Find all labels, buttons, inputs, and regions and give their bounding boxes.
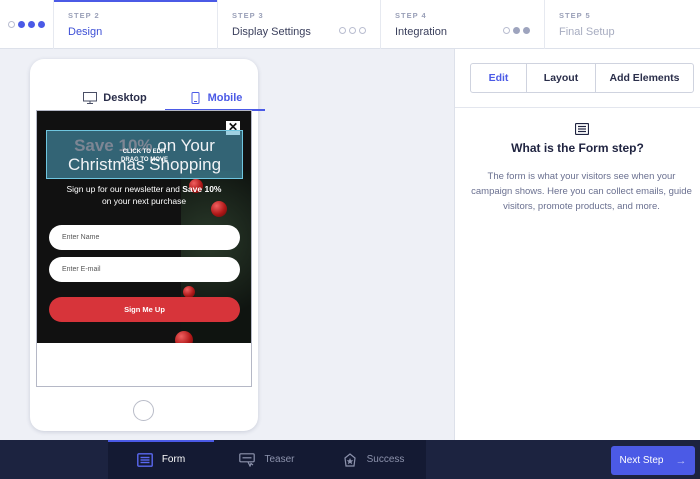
step-dot (38, 21, 45, 28)
step-dot (513, 27, 520, 34)
panel-tabs: Edit Layout Add Elements (470, 63, 694, 93)
tab-form[interactable]: Form (108, 440, 214, 479)
step-dot (523, 27, 530, 34)
divider (455, 107, 700, 108)
tab-mobile[interactable]: Mobile (165, 87, 265, 111)
step-dot (503, 27, 510, 34)
step-number: STEP 4 (395, 11, 427, 20)
form-icon (136, 452, 153, 467)
tab-desktop[interactable]: Desktop (65, 87, 165, 109)
tab-label: Form (161, 454, 186, 465)
name-field[interactable]: Enter Name (49, 225, 240, 250)
mobile-icon (191, 92, 200, 104)
popup-description: Sign up for our newsletter and Save 10% … (47, 183, 241, 207)
step-dot (18, 21, 25, 28)
panel-description: The form is what your visitors see when … (471, 171, 692, 212)
step-number: STEP 5 (559, 11, 591, 20)
drag-hint-line: DRAG TO MOVE (121, 157, 168, 163)
form-icon (575, 123, 589, 135)
tab-success[interactable]: Success (320, 440, 426, 479)
next-step-label: Next Step (619, 455, 664, 466)
step-dot (8, 21, 15, 28)
tab-label: Mobile (207, 92, 243, 104)
tab-edit[interactable]: Edit (471, 64, 527, 92)
tab-layout[interactable]: Layout (527, 64, 596, 92)
panel-title: What is the Form step? (511, 141, 644, 155)
desktop-icon (83, 92, 98, 104)
desc-bold: Save 10% (182, 184, 222, 194)
drag-hint-line: CLICK TO EDIT (122, 149, 167, 155)
tab-label: Desktop (103, 92, 147, 104)
step-dot (339, 27, 346, 34)
step-dot (359, 27, 366, 34)
step-number: STEP 3 (232, 11, 264, 20)
popup-form[interactable]: ✕ Save 10% on Your Christmas Shopping CL… (37, 111, 251, 343)
popup-headline[interactable]: Save 10% on Your Christmas Shopping CLIC… (46, 130, 243, 179)
steps-bar: STEP 2 Design STEP 3 Display Settings ST… (0, 0, 700, 49)
device-switcher: Desktop Mobile (65, 87, 265, 111)
ornament (175, 331, 193, 343)
settings-panel: Edit Layout Add Elements What is the For… (454, 49, 700, 440)
tab-add-elements[interactable]: Add Elements (596, 64, 693, 92)
sign-me-up-button[interactable]: Sign Me Up (49, 297, 240, 322)
step-design[interactable]: STEP 2 Design (54, 0, 218, 49)
desc-suffix: on your next purchase (101, 196, 187, 206)
step-final-setup: STEP 5 Final Setup (545, 0, 700, 49)
next-step-button[interactable]: Next Step → (611, 446, 695, 475)
step-display-settings[interactable]: STEP 3 Display Settings (218, 0, 381, 49)
desc-prefix: Sign up for our newsletter and (66, 184, 183, 194)
phone-home-button (133, 400, 154, 421)
previous-step-indicator[interactable] (0, 0, 54, 49)
success-icon (343, 452, 356, 467)
step-progress-dots (503, 27, 530, 34)
tab-label: Success (366, 454, 405, 465)
email-field[interactable]: Enter E-mail (49, 257, 240, 282)
step-number: STEP 2 (68, 11, 100, 20)
step-dot (28, 21, 35, 28)
tab-label: Teaser (264, 454, 295, 465)
phone-mockup: Desktop Mobile ✕ Save 10% on Your Christ… (30, 59, 265, 431)
edit-drag-hint: CLICK TO EDIT DRAG TO MOVE (47, 148, 242, 164)
bottom-bar: Form Teaser Success Next Step → (0, 440, 700, 479)
step-integration[interactable]: STEP 4 Integration (381, 0, 545, 49)
bottom-tabs: Form Teaser Success (108, 440, 426, 479)
tab-teaser[interactable]: Teaser (214, 440, 320, 479)
teaser-icon (239, 452, 256, 467)
step-title: Final Setup (559, 26, 615, 38)
mobile-screen: ✕ Save 10% on Your Christmas Shopping CL… (36, 110, 252, 387)
step-dot (349, 27, 356, 34)
step-title: Design (68, 26, 103, 38)
step-progress-dots (339, 27, 366, 34)
arrow-right-icon: → (675, 454, 687, 467)
preview-area: Desktop Mobile ✕ Save 10% on Your Christ… (0, 49, 454, 440)
